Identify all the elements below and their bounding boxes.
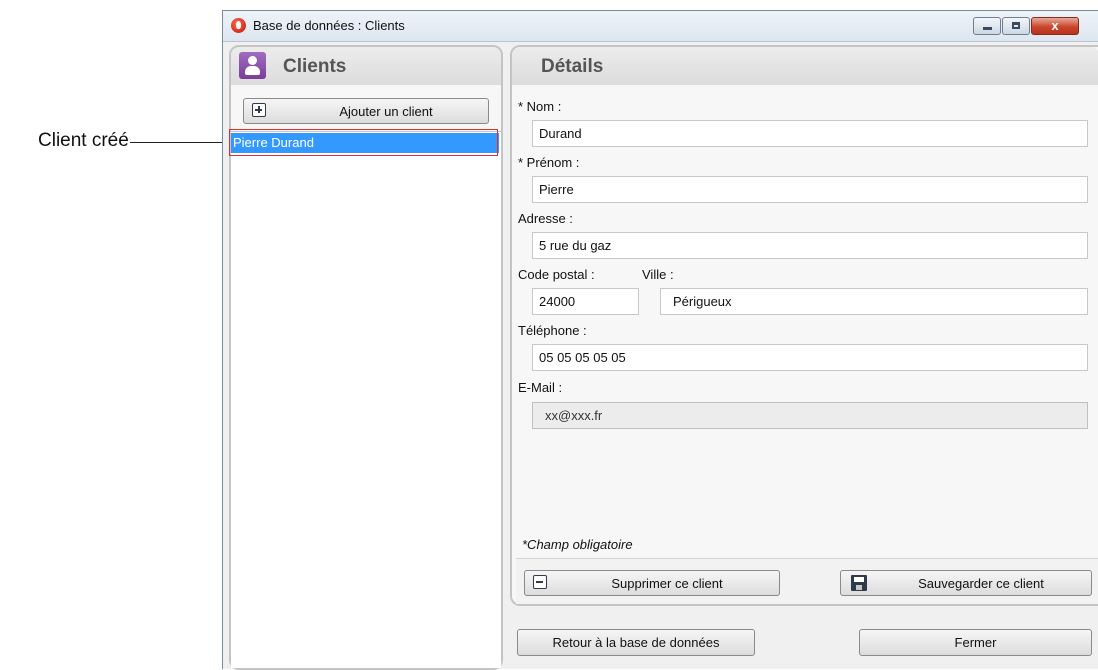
client-list[interactable]: Pierre Durand [231, 131, 501, 668]
telephone-field[interactable]: 05 05 05 05 05 [532, 344, 1088, 371]
nom-label: * Nom : [518, 99, 562, 114]
close-button-label: Fermer [954, 635, 997, 650]
maximize-button[interactable] [1002, 17, 1030, 35]
clients-panel-title: Clients [283, 56, 347, 77]
details-panel-title: Détails [541, 56, 604, 77]
prenom-label: * Prénom : [518, 155, 580, 170]
maximize-icon [1012, 22, 1020, 29]
created-client-highlight [229, 129, 498, 156]
annotation-pointer-line [130, 142, 229, 143]
minimize-button[interactable] [973, 17, 1001, 35]
app-icon [231, 18, 246, 33]
ville-label: Ville : [642, 267, 674, 282]
save-client-button[interactable]: Sauvegarder ce client [840, 570, 1092, 596]
minimize-icon [983, 27, 992, 30]
email-label: E-Mail : [518, 380, 563, 395]
details-panel: Détails * Nom : Durand * Prénom : Pierre… [510, 45, 1098, 606]
ville-field[interactable]: Périgueux [660, 288, 1088, 315]
adresse-label: Adresse : [518, 211, 573, 226]
app-window: Base de données : Clients x Clients Ajou… [222, 10, 1098, 670]
required-field-note: *Champ obligatoire [522, 537, 633, 552]
back-button-label: Retour à la base de données [552, 635, 720, 650]
close-icon: x [1051, 18, 1059, 33]
close-button[interactable]: Fermer [859, 629, 1092, 656]
prenom-field[interactable]: Pierre [532, 176, 1088, 203]
delete-client-button[interactable]: Supprimer ce client [524, 570, 780, 596]
nom-field[interactable]: Durand [532, 120, 1088, 147]
window-title: Base de données : Clients [253, 18, 405, 33]
email-field: xx@xxx.fr [532, 402, 1088, 429]
plus-icon [252, 103, 266, 117]
add-client-button-label: Ajouter un client [339, 104, 433, 119]
code-postal-label: Code postal : [518, 267, 595, 282]
save-client-button-label: Sauvegarder ce client [918, 576, 1044, 591]
details-panel-header: Détails [512, 47, 1098, 85]
annotation-label: Client créé [38, 130, 129, 151]
clients-icon [239, 52, 266, 79]
code-postal-field[interactable]: 24000 [532, 288, 639, 315]
back-to-database-button[interactable]: Retour à la base de données [517, 629, 755, 656]
telephone-label: Téléphone : [518, 323, 587, 338]
adresse-field[interactable]: 5 rue du gaz [532, 232, 1088, 259]
close-window-button[interactable]: x [1031, 17, 1079, 35]
minus-icon [533, 575, 547, 589]
add-client-button[interactable]: Ajouter un client [243, 98, 489, 124]
title-bar[interactable]: Base de données : Clients x [223, 11, 1098, 42]
clients-panel-header: Clients [231, 47, 501, 85]
details-button-bar: Supprimer ce client Sauvegarder ce clien… [516, 558, 1098, 604]
delete-client-button-label: Supprimer ce client [611, 576, 723, 591]
floppy-disk-icon [851, 575, 867, 591]
